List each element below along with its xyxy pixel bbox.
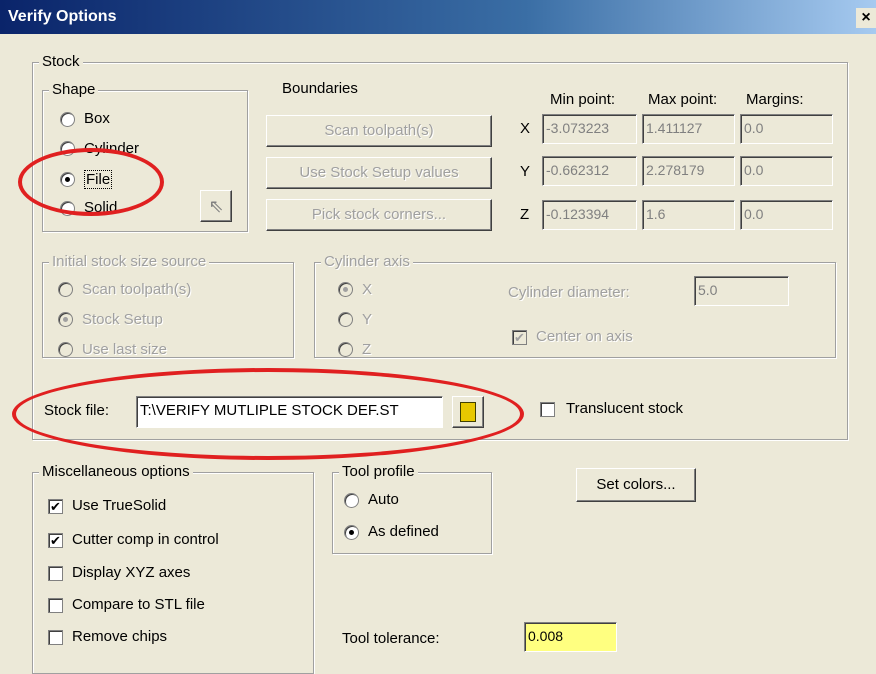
browse-file-button[interactable] <box>452 396 484 428</box>
compare-stl-checkbox[interactable] <box>48 598 63 613</box>
radio-as-defined[interactable] <box>344 525 359 540</box>
radio-axis-z[interactable] <box>338 342 353 357</box>
center-on-axis-label: Center on axis <box>536 328 633 345</box>
min-y-field[interactable]: -0.662312 <box>542 156 637 186</box>
radio-cylinder-label: Cylinder <box>84 140 140 157</box>
axis-x-label: X <box>520 120 531 137</box>
tool-tolerance-field[interactable]: 0.008 <box>524 622 617 652</box>
radio-axis-y[interactable] <box>338 312 353 327</box>
radio-box[interactable] <box>60 112 75 127</box>
translucent-stock-checkbox[interactable] <box>540 402 555 417</box>
use-truesolid-checkbox[interactable]: ✔ <box>48 499 63 514</box>
min-x-field[interactable]: -3.073223 <box>542 114 637 144</box>
radio-scan-toolpath-label: Scan toolpath(s) <box>82 281 192 298</box>
max-x-field[interactable]: 1.411127 <box>642 114 735 144</box>
cutter-comp-checkbox[interactable]: ✔ <box>48 533 63 548</box>
cursor-arrow-icon: ⇖ <box>208 196 224 216</box>
stock-file-input[interactable]: T:\VERIFY MUTLIPLE STOCK DEF.ST <box>136 396 443 428</box>
file-cabinet-icon <box>460 402 476 423</box>
radio-stock-setup[interactable] <box>58 312 73 327</box>
remove-chips-checkbox[interactable] <box>48 630 63 645</box>
display-xyz-axes-checkbox[interactable] <box>48 566 63 581</box>
margin-x-field[interactable]: 0.0 <box>740 114 833 144</box>
select-solid-button[interactable]: ⇖ <box>200 190 232 222</box>
radio-scan-toolpath[interactable] <box>58 282 73 297</box>
stock-group-label: Stock <box>39 53 83 70</box>
initial-stock-group-label: Initial stock size source <box>49 253 210 270</box>
min-point-header: Min point: <box>550 91 616 108</box>
close-button[interactable]: × <box>856 8 876 28</box>
max-point-header: Max point: <box>648 91 718 108</box>
scan-toolpath-button[interactable]: Scan toolpath(s) <box>266 115 492 147</box>
cylinder-diameter-label: Cylinder diameter: <box>508 284 630 301</box>
axis-y-label: Y <box>520 163 531 180</box>
margin-y-field[interactable]: 0.0 <box>740 156 833 186</box>
tool-profile-group-label: Tool profile <box>339 463 418 480</box>
radio-solid[interactable] <box>60 201 75 216</box>
misc-options-group-label: Miscellaneous options <box>39 463 193 480</box>
tool-tolerance-label: Tool tolerance: <box>342 630 440 647</box>
translucent-stock-label: Translucent stock <box>566 400 683 417</box>
shape-group-label: Shape <box>49 81 99 98</box>
radio-auto-label: Auto <box>368 491 399 508</box>
display-xyz-axes-label: Display XYZ axes <box>72 564 191 581</box>
tool-profile-group: Tool profile <box>332 463 492 554</box>
cylinder-axis-group-label: Cylinder axis <box>321 253 413 270</box>
radio-cylinder[interactable] <box>60 141 75 156</box>
max-y-field[interactable]: 2.278179 <box>642 156 735 186</box>
radio-file-label: File <box>84 170 113 189</box>
cylinder-diameter-field[interactable]: 5.0 <box>694 276 789 306</box>
initial-stock-group: Initial stock size source <box>42 253 294 358</box>
axis-z-label: Z <box>520 206 530 223</box>
margin-z-field[interactable]: 0.0 <box>740 200 833 230</box>
cutter-comp-label: Cutter comp in control <box>72 531 219 548</box>
radio-as-defined-label: As defined <box>368 523 439 540</box>
radio-stock-setup-label: Stock Setup <box>82 311 163 328</box>
radio-file[interactable] <box>60 172 75 187</box>
pick-stock-corners-button[interactable]: Pick stock corners... <box>266 199 492 231</box>
radio-use-last-size[interactable] <box>58 342 73 357</box>
stock-file-label: Stock file: <box>44 402 110 419</box>
use-stock-setup-button[interactable]: Use Stock Setup values <box>266 157 492 189</box>
radio-use-last-size-label: Use last size <box>82 341 168 358</box>
radio-solid-label: Solid <box>84 199 118 216</box>
radio-axis-y-label: Y <box>362 311 373 328</box>
title-bar <box>0 0 876 34</box>
boundaries-label: Boundaries <box>282 80 358 97</box>
max-z-field[interactable]: 1.6 <box>642 200 735 230</box>
compare-stl-label: Compare to STL file <box>72 596 205 613</box>
center-on-axis-checkbox[interactable]: ✔ <box>512 330 527 345</box>
remove-chips-label: Remove chips <box>72 628 168 645</box>
use-truesolid-label: Use TrueSolid <box>72 497 167 514</box>
margins-header: Margins: <box>746 91 804 108</box>
radio-axis-z-label: Z <box>362 341 372 358</box>
radio-box-label: Box <box>84 110 110 127</box>
radio-axis-x[interactable] <box>338 282 353 297</box>
radio-auto[interactable] <box>344 493 359 508</box>
radio-axis-x-label: X <box>362 281 373 298</box>
min-z-field[interactable]: -0.123394 <box>542 200 637 230</box>
window-title: Verify Options <box>8 8 117 25</box>
set-colors-button[interactable]: Set colors... <box>576 468 696 502</box>
